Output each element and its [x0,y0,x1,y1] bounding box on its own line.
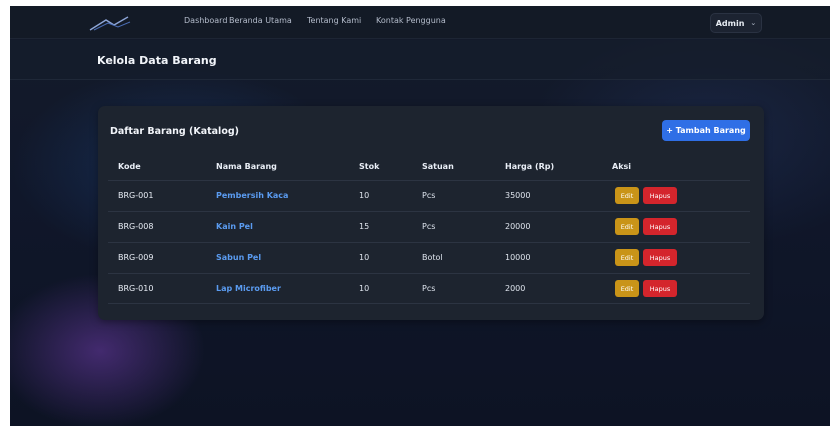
nav-link-kontak-pengguna[interactable]: Kontak Pengguna [376,16,446,25]
column-header-harga: Harga (Rp) [505,162,555,171]
cell-satuan: Pcs [422,222,436,231]
cell-satuan: Botol [422,253,443,262]
card-title: Daftar Barang (Katalog) [110,126,239,137]
page-header: Kelola Data Barang [10,40,830,80]
cell-harga: 2000 [505,284,526,293]
mountain-logo-icon[interactable] [88,14,132,32]
cell-nama-barang[interactable]: Pembersih Kaca [216,191,288,200]
user-name: Admin [715,18,745,28]
cell-kode: BRG-008 [118,222,154,231]
cell-stok: 10 [359,191,370,200]
table-row: BRG-010 Lap Microfiber 10 Pcs 2000 Edit … [108,273,750,304]
column-header-nama-barang: Nama Barang [216,162,277,171]
edit-button[interactable]: Edit [615,280,639,297]
delete-button[interactable]: Hapus [643,280,677,297]
cell-nama-barang[interactable]: Kain Pel [216,222,253,231]
column-header-satuan: Satuan [422,162,454,171]
column-header-kode: Kode [118,162,141,171]
cell-kode: BRG-001 [118,191,154,200]
nav-link-beranda-utama[interactable]: Beranda Utama [229,16,292,25]
table-row: BRG-008 Kain Pel 15 Pcs 20000 Edit Hapus [108,211,750,242]
cell-satuan: Pcs [422,191,436,200]
table-row: BRG-001 Pembersih Kaca 10 Pcs 35000 Edit… [108,180,750,211]
add-item-button[interactable]: + Tambah Barang [662,120,750,141]
delete-button[interactable]: Hapus [643,218,677,235]
cell-nama-barang[interactable]: Lap Microfiber [216,284,281,293]
cell-kode: BRG-009 [118,253,154,262]
edit-button[interactable]: Edit [615,187,639,204]
table-row: BRG-009 Sabun Pel 10 Botol 10000 Edit Ha… [108,242,750,273]
nav-link-tentang-kami[interactable]: Tentang Kami [307,16,361,25]
nav-link-dashboard[interactable]: Dashboard [184,16,227,25]
app-frame: Dashboard Beranda Utama Tentang Kami Kon… [10,6,830,426]
top-navbar: Dashboard Beranda Utama Tentang Kami Kon… [10,6,830,39]
cell-kode: BRG-010 [118,284,154,293]
cell-satuan: Pcs [422,284,436,293]
cell-harga: 35000 [505,191,531,200]
cell-harga: 20000 [505,222,531,231]
cell-nama-barang[interactable]: Sabun Pel [216,253,261,262]
edit-button[interactable]: Edit [615,218,639,235]
column-header-aksi: Aksi [612,162,632,171]
column-header-stok: Stok [359,162,380,171]
product-catalog-card: Daftar Barang (Katalog) + Tambah Barang … [98,106,764,320]
edit-button[interactable]: Edit [615,249,639,266]
delete-button[interactable]: Hapus [643,187,677,204]
cell-stok: 10 [359,253,370,262]
cell-harga: 10000 [505,253,531,262]
cell-stok: 15 [359,222,370,231]
cell-stok: 10 [359,284,370,293]
delete-button[interactable]: Hapus [643,249,677,266]
page-title: Kelola Data Barang [97,54,217,67]
chevron-down-icon: ⌄ [750,19,757,27]
user-menu-button[interactable]: Admin ⌄ [710,13,762,33]
